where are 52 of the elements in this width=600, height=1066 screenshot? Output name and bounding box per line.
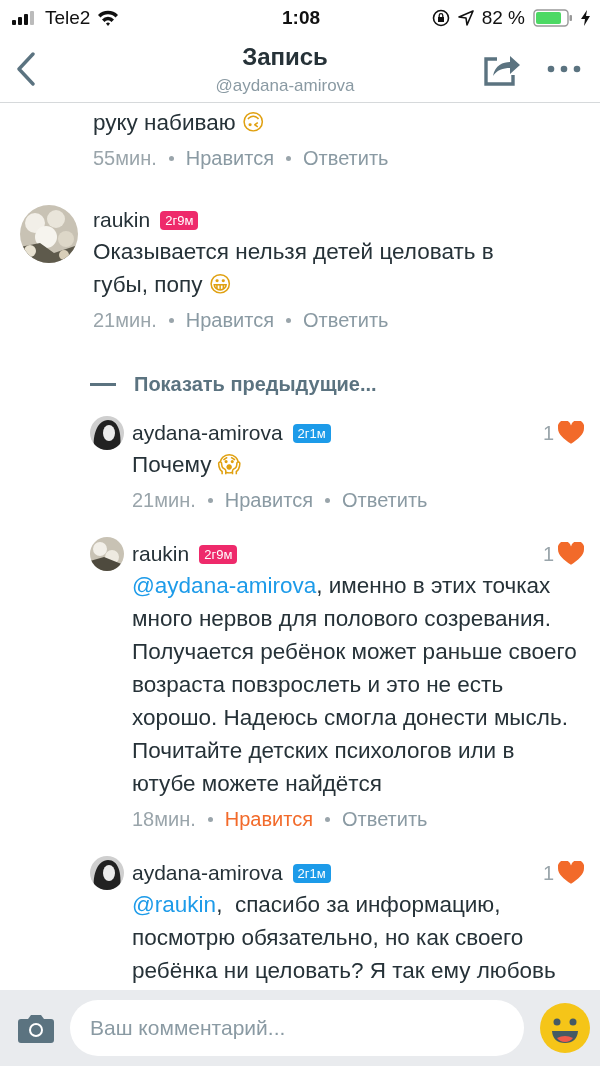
reply-link[interactable]: Ответить — [342, 488, 428, 512]
comment-text: @aydana-amirova, именно в этих точках много нервов для полового созревания. Получается ребёнок может раньше своего возраста повзрослеть и это не есть хорошо. Надеюсь смогла донести мысль. Почитайте детских психологов или в ютубе можете найдётся — [132, 573, 578, 796]
reply-link[interactable]: Ответить — [342, 807, 428, 831]
carrier-name: Tele2 — [45, 7, 91, 29]
comment-text: Оказывается нельзя детей целовать в губы, попу 😀 — [93, 239, 494, 297]
page-subtitle: @aydana-amirova — [215, 75, 355, 96]
reply-link[interactable]: Ответить — [303, 308, 389, 332]
like-count: 1 — [542, 421, 554, 445]
mention-link[interactable]: @raukin — [132, 892, 217, 917]
page-title: Запись — [242, 42, 328, 71]
like-count: 1 — [542, 861, 554, 885]
clock-time: 1:08 — [282, 7, 320, 29]
comment-text: @raukin, спасибо за информацию, посмотрю обязательно, но как своего ребёнка ни целовать? Я так ему любовь — [132, 892, 556, 983]
back-button[interactable] — [14, 49, 38, 89]
comment-time: 21мин. — [132, 488, 196, 512]
user-avatar[interactable] — [90, 537, 124, 571]
heart-icon[interactable] — [558, 861, 584, 885]
mention-link[interactable]: @aydana-amirova — [132, 573, 317, 598]
battery-percent: 82 % — [481, 7, 525, 29]
emoji-button[interactable] — [540, 1003, 590, 1053]
author-name[interactable]: aydana-amirova — [132, 421, 283, 445]
wifi-icon — [97, 10, 120, 26]
comment-text: руку набиваю 🙃 — [93, 110, 266, 135]
show-previous-link[interactable]: Показать предыдущие... — [90, 373, 377, 396]
comment-text: Почему 😱 — [132, 452, 241, 477]
author-name[interactable]: raukin — [132, 542, 190, 566]
like-link[interactable]: Нравится — [185, 146, 275, 170]
heart-icon[interactable] — [558, 421, 584, 445]
user-avatar[interactable] — [90, 416, 124, 450]
level-badge: 2г1м — [292, 423, 331, 443]
level-badge: 2г9м — [160, 210, 199, 230]
like-link[interactable]: Нравится — [224, 807, 314, 831]
reply-link[interactable]: Ответить — [303, 146, 389, 170]
location-arrow-icon — [457, 10, 474, 26]
heart-icon[interactable] — [558, 542, 584, 566]
like-count: 1 — [542, 542, 554, 566]
level-badge: 2г9м — [199, 544, 238, 564]
author-name[interactable]: raukin — [93, 208, 151, 232]
like-link[interactable]: Нравится — [185, 308, 275, 332]
like-link[interactable]: Нравится — [224, 488, 314, 512]
comment-time: 55мин. — [93, 146, 157, 170]
battery-icon — [533, 9, 573, 27]
level-badge: 2г1м — [292, 863, 331, 883]
user-avatar[interactable] — [20, 205, 78, 263]
camera-button[interactable] — [18, 1013, 54, 1043]
comment-time: 21мин. — [93, 308, 157, 332]
author-name[interactable]: aydana-amirova — [132, 861, 283, 885]
comment-time: 18мин. — [132, 807, 196, 831]
user-avatar[interactable] — [90, 856, 124, 890]
comment-input[interactable]: Ваш комментарий... — [70, 1000, 524, 1056]
charging-bolt-icon — [581, 10, 590, 26]
rotation-lock-icon — [431, 9, 450, 27]
